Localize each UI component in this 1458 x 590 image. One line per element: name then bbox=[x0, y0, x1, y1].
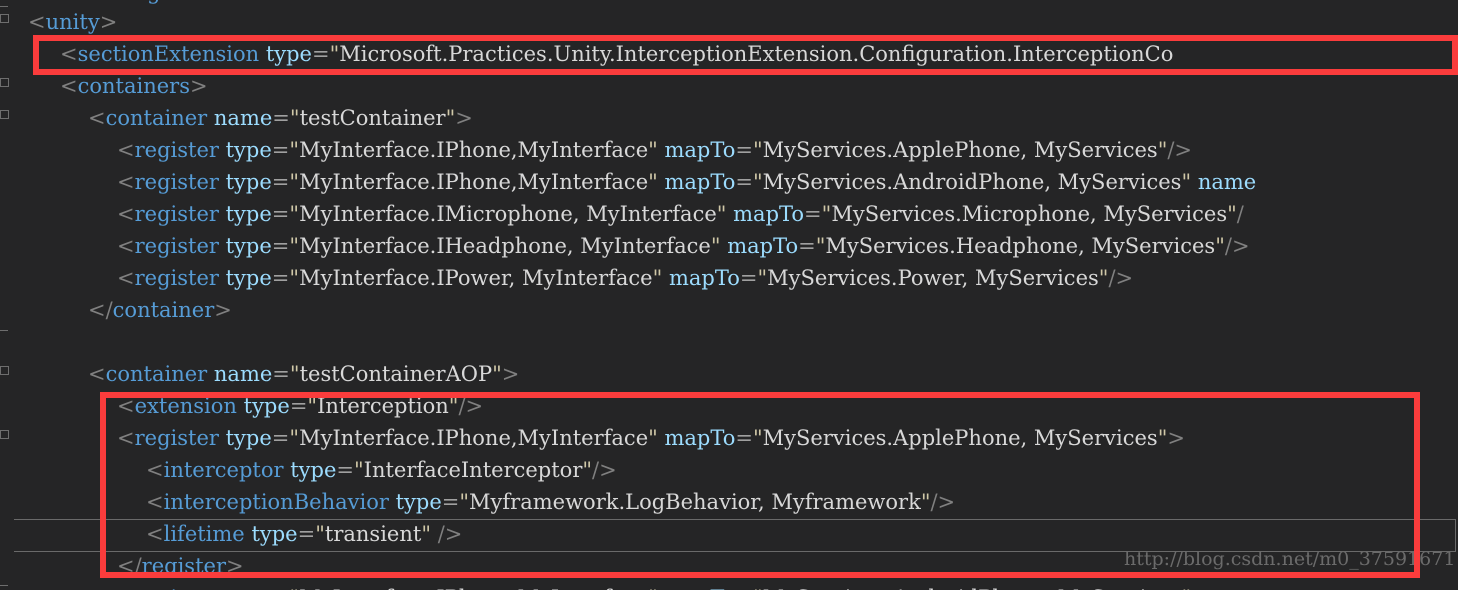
code-token-tag: register bbox=[134, 170, 219, 194]
code-token-attr: name bbox=[213, 362, 273, 386]
code-line-containers[interactable]: <containers> bbox=[0, 70, 1458, 102]
code-token-attr: mapTo bbox=[733, 202, 805, 226]
code-token-tag: register bbox=[141, 554, 226, 578]
code-token-value: MyInterface.IPower, MyInterface bbox=[299, 266, 653, 290]
code-line-container-aop[interactable]: <container name="testContainerAOP"> bbox=[0, 358, 1458, 390]
code-token-tag: interceptor bbox=[163, 458, 284, 482]
fold-box-containers[interactable] bbox=[0, 78, 9, 87]
code-token-value: Interception bbox=[317, 394, 449, 418]
code-token-attr: mapTo bbox=[664, 170, 736, 194]
code-token-close: /> bbox=[437, 522, 463, 546]
code-token-tag: register bbox=[134, 266, 219, 290]
code-token-value: MyServices.Headphone, MyServices bbox=[825, 234, 1216, 258]
code-token-tag: containers bbox=[77, 74, 190, 98]
code-line-register-applephone[interactable]: <register type="MyInterface.IPhone,MyInt… bbox=[0, 134, 1458, 166]
code-token-value: MyInterface.IPhone,MyInterface bbox=[299, 170, 649, 194]
code-token-tag: lifetime bbox=[163, 522, 245, 546]
code-token-attr: type bbox=[251, 522, 298, 546]
code-line-blank[interactable] bbox=[0, 326, 1458, 358]
code-token-tag: container bbox=[112, 298, 215, 322]
code-token-attr: type bbox=[225, 426, 272, 450]
code-token-value: MyServices.ApplePhone, MyServices bbox=[762, 426, 1158, 450]
code-token-close: /> bbox=[1167, 138, 1193, 162]
code-token-attr: type bbox=[225, 202, 272, 226]
fold-box-container-test[interactable] bbox=[0, 110, 9, 119]
code-token-value: testContainerAOP bbox=[299, 362, 493, 386]
code-token-attr: mapTo bbox=[664, 426, 736, 450]
code-token-value: MyServices.Power, MyServices bbox=[767, 266, 1099, 290]
code-line-container-close[interactable]: </container> bbox=[0, 294, 1458, 326]
code-token-tag: register bbox=[134, 138, 219, 162]
code-line-extension-interception[interactable]: <extension type="Interception"/> bbox=[0, 390, 1458, 422]
code-token-close: /> bbox=[592, 458, 617, 482]
code-token-value: testContainer bbox=[299, 106, 446, 130]
code-line-register-power[interactable]: <register type="MyInterface.IPower, MyIn… bbox=[0, 262, 1458, 294]
code-token-tag: register bbox=[134, 202, 219, 226]
code-token-attr: mapTo bbox=[668, 266, 740, 290]
code-token-value: Microsoft.Practices.Unity.InterceptionEx… bbox=[339, 42, 1174, 66]
code-token-attr: type bbox=[225, 234, 272, 258]
fold-dash-marker[interactable] bbox=[0, 6, 8, 7]
code-token-tag: extension bbox=[134, 394, 237, 418]
code-token-tag: container bbox=[105, 362, 208, 386]
code-token-attr: type bbox=[395, 490, 442, 514]
code-token-value: MyInterface.IHeadphone, MyInterface bbox=[299, 234, 711, 258]
code-token-close: /> bbox=[1224, 234, 1250, 258]
fold-dash-blank[interactable] bbox=[0, 330, 8, 331]
code-token-value: MyInterface.IPhone,MyInterface bbox=[299, 138, 649, 162]
code-token-tag: container bbox=[105, 106, 208, 130]
code-token-value: MyServices.Microphone, MyServices bbox=[831, 202, 1228, 226]
code-token-tag: register bbox=[134, 234, 219, 258]
code-token-attr: mapTo bbox=[727, 234, 799, 258]
code-token-attr: type bbox=[290, 458, 337, 482]
code-token-tag: sectionExtension bbox=[77, 42, 260, 66]
code-token-attr: type bbox=[225, 266, 272, 290]
fold-box-unity[interactable] bbox=[0, 14, 9, 23]
code-token-attr: type bbox=[265, 42, 312, 66]
code-token-close: /> bbox=[1108, 266, 1134, 290]
fold-box-register-aop[interactable] bbox=[0, 430, 9, 439]
editor-surface[interactable]: <<config> <unity> <sectionExtension type… bbox=[0, 0, 1458, 590]
code-line-register-aop-applephone[interactable]: <register type="MyInterface.IPhone,MyInt… bbox=[0, 422, 1458, 454]
code-line-register-androidphone[interactable]: <register type="MyInterface.IPhone,MyInt… bbox=[0, 166, 1458, 198]
code-line-register-headphone[interactable]: <register type="MyInterface.IHeadphone, … bbox=[0, 230, 1458, 262]
code-token-value: InterfaceInterceptor bbox=[363, 458, 583, 482]
fold-box-container-aop[interactable] bbox=[0, 366, 9, 375]
code-line-interception-behavior[interactable]: <interceptionBehavior type="Myframework.… bbox=[0, 486, 1458, 518]
fold-gutter[interactable] bbox=[0, 0, 14, 590]
code-token-close: / bbox=[1236, 202, 1244, 226]
code-line-bottom-partial[interactable]: <register type="MyInterface.IPhone,MyInt… bbox=[0, 582, 1458, 590]
code-token-attr: type bbox=[225, 138, 272, 162]
code-content[interactable]: <<config> <unity> <sectionExtension type… bbox=[0, 0, 1458, 590]
code-line-container-test[interactable]: <container name="testContainer"> bbox=[0, 102, 1458, 134]
code-token-close: > bbox=[1167, 426, 1185, 450]
code-token-value: MyInterface.IMicrophone, MyInterface bbox=[299, 202, 717, 226]
code-token-value: Myframework.LogBehavior, Myframework bbox=[469, 490, 921, 514]
code-line-unity[interactable]: <unity> bbox=[0, 6, 1458, 38]
code-token-attr: type bbox=[243, 394, 290, 418]
code-token-value: transient bbox=[324, 522, 422, 546]
code-token-value: MyInterface.IPhone,MyInterface bbox=[299, 426, 649, 450]
code-token-close: /> bbox=[458, 394, 484, 418]
code-token-value: MyServices.AndroidPhone, MyServices bbox=[762, 170, 1182, 194]
code-token-attr: type bbox=[225, 170, 272, 194]
code-line-section-extension[interactable]: <sectionExtension type="Microsoft.Practi… bbox=[0, 38, 1458, 70]
fold-dash-bottom[interactable] bbox=[0, 585, 8, 586]
code-token-attr: mapTo bbox=[664, 138, 736, 162]
code-token-close: /> bbox=[930, 490, 956, 514]
code-editor-screenshot: <<config> <unity> <sectionExtension type… bbox=[0, 0, 1458, 590]
code-token-value: MyServices.ApplePhone, MyServices bbox=[762, 138, 1158, 162]
code-token-tag: register bbox=[134, 426, 219, 450]
code-line-lifetime[interactable]: <lifetime type="transient" /> bbox=[0, 518, 1458, 550]
code-token-attr: name bbox=[213, 106, 273, 130]
csdn-blog-watermark: http://blog.csdn.net/m0_37591671 bbox=[1124, 548, 1456, 570]
code-line-register-microphone[interactable]: <register type="MyInterface.IMicrophone,… bbox=[0, 198, 1458, 230]
code-token-tag: interceptionBehavior bbox=[163, 490, 389, 514]
code-line-interceptor[interactable]: <interceptor type="InterfaceInterceptor"… bbox=[0, 454, 1458, 486]
code-token-attr: name bbox=[1197, 170, 1257, 194]
code-token-tag: <config> bbox=[78, 0, 179, 4]
code-token-tag: unity bbox=[45, 10, 100, 34]
